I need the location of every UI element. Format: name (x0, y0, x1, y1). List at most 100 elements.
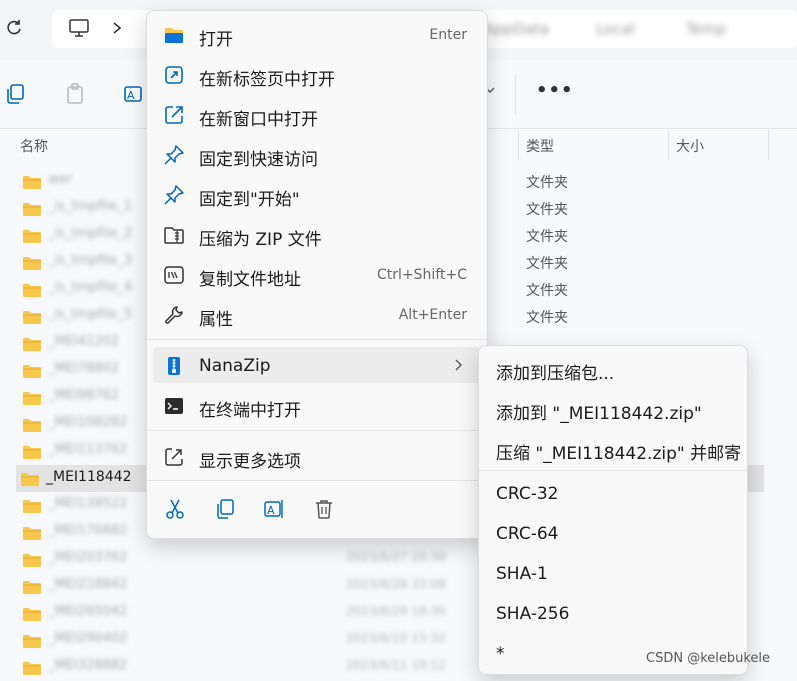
folder-icon (23, 581, 41, 594)
folder-icon (23, 392, 41, 405)
folder-icon (23, 527, 41, 540)
menu-divider (147, 339, 487, 340)
submenu-compress-and-email[interactable]: 压缩 "_MEI118442.zip" 并邮寄 (496, 439, 741, 464)
file-name: _MEI78802 (48, 361, 120, 376)
folder-icon (23, 608, 41, 621)
menu-divider (147, 480, 487, 481)
watermark: CSDN @kelebukele (646, 651, 771, 666)
file-name: _MEI265042 (48, 604, 128, 619)
file-type: 文件夹 (526, 256, 568, 272)
menu-item-open-new-window[interactable]: 在新窗口中打开 (153, 96, 481, 132)
menu-item-show-more-options[interactable]: 显示更多选项 (153, 438, 481, 474)
file-type: 文件夹 (526, 202, 568, 218)
menu-item-label: 压缩为 ZIP 文件 (199, 230, 322, 250)
menu-item-compress-zip[interactable]: 压缩为 ZIP 文件 (153, 216, 481, 252)
pin-icon (164, 145, 184, 165)
zip-icon (164, 227, 184, 244)
menu-item-open-terminal[interactable]: 在终端中打开 (153, 387, 481, 423)
folder-icon (23, 284, 41, 297)
file-date: 2023/6/29 16:30 (346, 604, 446, 618)
folder-icon (23, 554, 41, 567)
new-tab-icon (165, 66, 183, 84)
column-separator[interactable] (518, 130, 519, 160)
menu-item-nanazip[interactable]: NanaZip (153, 347, 481, 383)
folder-icon (23, 203, 41, 216)
folder-icon (23, 662, 41, 675)
refresh-icon[interactable] (4, 18, 24, 38)
paste-toolbar-icon[interactable] (64, 82, 88, 106)
submenu-sha256[interactable]: SHA-256 (496, 604, 569, 624)
this-pc-icon[interactable] (68, 18, 90, 38)
column-separator[interactable] (768, 130, 769, 160)
column-size[interactable]: 大小 (676, 136, 704, 156)
menu-item-shortcut: Alt+Enter (398, 307, 467, 323)
file-name: _MEI176682 (48, 523, 128, 538)
column-name[interactable]: 名称 (20, 136, 48, 156)
submenu-add-to-zip[interactable]: 添加到 "_MEI118442.zip" (496, 399, 702, 424)
file-name: _MEI218842 (48, 577, 128, 592)
nanazip-icon (168, 357, 180, 375)
nanazip-submenu: 添加到压缩包... 添加到 "_MEI118442.zip" 压缩 "_MEI1… (478, 345, 748, 675)
menu-item-label: 在终端中打开 (199, 401, 301, 421)
selected-file-name: _MEI118442 (46, 469, 132, 485)
copy-icon[interactable] (213, 497, 237, 521)
submenu-divider (479, 470, 747, 471)
breadcrumb-chevron-icon[interactable] (110, 18, 124, 38)
folder-icon (23, 311, 41, 324)
submenu-all-hashes[interactable]: * (496, 644, 505, 664)
submenu-crc32[interactable]: CRC-32 (496, 484, 558, 504)
wrench-icon (165, 306, 183, 324)
more-options-icon (165, 448, 183, 466)
file-date: 2023/6/10 15:32 (346, 631, 446, 645)
column-separator[interactable] (668, 130, 669, 160)
folder-icon (23, 230, 41, 243)
menu-item-properties[interactable]: 属性 Alt+Enter (153, 296, 481, 332)
folder-icon (23, 500, 41, 513)
menu-item-label: 固定到"开始" (199, 190, 300, 210)
svg-text:A: A (267, 504, 275, 517)
column-type[interactable]: 类型 (526, 136, 554, 156)
breadcrumb-appdata[interactable]: AppData (484, 20, 549, 38)
menu-item-label: 复制文件地址 (199, 270, 301, 290)
menu-divider (147, 430, 487, 431)
menu-item-label: 显示更多选项 (199, 452, 301, 472)
copy-toolbar-icon[interactable] (4, 82, 28, 106)
breadcrumb-temp[interactable]: Temp (686, 20, 726, 38)
svg-text:A: A (127, 89, 135, 102)
menu-item-pin-start[interactable]: 固定到"开始" (153, 176, 481, 212)
menu-item-label: 固定到快速访问 (199, 150, 318, 170)
context-menu: 打开 Enter 在新标签页中打开 在新窗口中打开 固定到快速访问 固定到"开始… (146, 10, 488, 539)
menu-item-pin-quick-access[interactable]: 固定到快速访问 (153, 136, 481, 172)
delete-icon[interactable] (312, 497, 336, 521)
menu-item-copy-path[interactable]: 复制文件地址 Ctrl+Shift+C (153, 256, 481, 292)
file-type: 文件夹 (526, 310, 568, 326)
file-type: 文件夹 (526, 283, 568, 299)
file-type: 文件夹 (526, 175, 568, 191)
menu-item-open[interactable]: 打开 Enter (153, 16, 481, 52)
folder-open-icon (165, 28, 183, 43)
file-date: 2023/6/28 22:08 (346, 577, 446, 591)
see-more-icon[interactable]: ••• (536, 80, 574, 101)
file-name: _MEI203762 (48, 550, 128, 565)
submenu-crc64[interactable]: CRC-64 (496, 524, 558, 544)
folder-icon (23, 257, 41, 270)
file-name: _MEI328882 (48, 658, 128, 673)
file-name: wer (48, 172, 72, 187)
chevron-right-icon (455, 359, 462, 371)
submenu-sha1[interactable]: SHA-1 (496, 564, 548, 584)
new-window-icon (165, 106, 183, 124)
rename-toolbar-icon[interactable]: A (122, 82, 146, 106)
cut-icon[interactable] (163, 497, 187, 521)
menu-item-open-new-tab[interactable]: 在新标签页中打开 (153, 56, 481, 92)
folder-icon (23, 365, 41, 378)
menu-item-label: 打开 (199, 30, 233, 50)
folder-icon (21, 473, 39, 486)
file-name: _MEI113762 (48, 442, 128, 457)
rename-icon[interactable]: A (262, 497, 286, 521)
file-name: _is_tmpfile_4 (48, 280, 132, 295)
breadcrumb-local[interactable]: Local (596, 20, 635, 38)
file-name: _MEI139522 (48, 496, 128, 511)
submenu-add-to-archive[interactable]: 添加到压缩包... (496, 359, 614, 384)
terminal-icon (165, 398, 183, 414)
file-name: _is_tmpfile_2 (48, 226, 132, 241)
